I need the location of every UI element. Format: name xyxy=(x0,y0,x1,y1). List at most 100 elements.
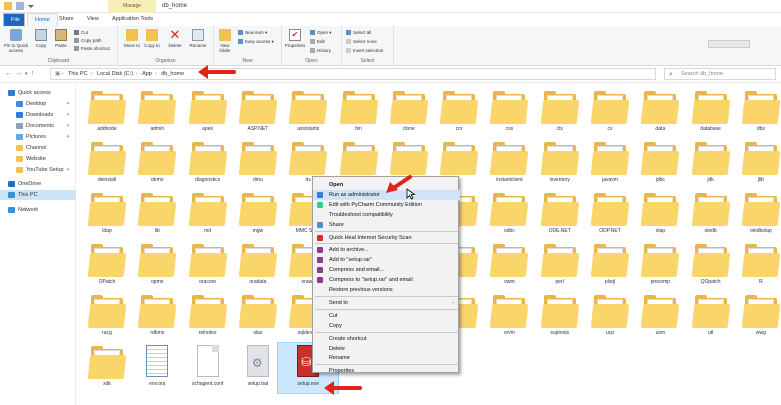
folder-icon xyxy=(339,90,378,124)
address-bar[interactable]: ▣ › This PC › Local Disk (C:) › App › db_ho… xyxy=(50,68,656,80)
sidebar-item-documents[interactable]: Documents ✦ xyxy=(0,121,76,131)
invert-selection-button[interactable]: Invert selection xyxy=(346,48,383,54)
copy-to-button[interactable]: Copy to xyxy=(144,29,160,48)
easy-access-button[interactable]: Easy access ▾ xyxy=(238,39,274,45)
menu-item-restore-previous-versions[interactable]: Restore previous versions xyxy=(313,285,460,295)
sidebar-item-network[interactable]: Network xyxy=(0,205,76,215)
delete-button[interactable]: ✕ Delete xyxy=(166,28,184,48)
menu-item-label: Rename xyxy=(329,355,350,362)
menu-item-edit-with-pycharm-community-edition[interactable]: Edit with PyCharm Community Edition xyxy=(313,200,460,210)
menu-item-add-to-setup-rar[interactable]: Add to "setup.rar" xyxy=(313,255,460,265)
folder-icon xyxy=(138,294,177,328)
folder-icon xyxy=(590,243,630,277)
ribbon: Pin to Quick access Copy Paste Cut Copy … xyxy=(0,26,781,66)
folder-item[interactable]: dbs xyxy=(731,88,781,138)
sidebar-item-pictures[interactable]: Pictures ✦ xyxy=(0,132,76,142)
menu-item-quick-heal-internet-security-scan[interactable]: Quick Heal Internet Security Scan xyxy=(313,233,460,243)
paste-shortcut-button[interactable]: Paste shortcut xyxy=(74,46,110,52)
sidebar-item-onedrive[interactable]: OneDrive xyxy=(0,179,76,189)
folder-icon xyxy=(87,345,127,379)
sidebar-item-quick-access[interactable]: Quick access xyxy=(0,88,76,98)
sidebar-item-website[interactable]: Website xyxy=(0,154,76,164)
select-none-button[interactable]: Select none xyxy=(346,39,377,45)
sidebar-item-youtube-setup[interactable]: YouTube Setup ✦ xyxy=(0,165,76,175)
folder-item[interactable]: jlib xyxy=(731,139,781,189)
sidebar-item-icon xyxy=(16,100,23,107)
folder-icon xyxy=(389,90,429,124)
menu-item-rename[interactable]: Rename xyxy=(313,353,460,363)
menu-item-add-to-archive[interactable]: Add to archive... xyxy=(313,245,460,255)
menu-item-label: Compress and email... xyxy=(329,267,385,274)
search-input[interactable]: ⌕ Search db_home xyxy=(664,68,776,80)
open-icon xyxy=(310,30,315,36)
clipboard-group-label: Clipboard xyxy=(47,58,70,64)
sidebar-item-label: OneDrive xyxy=(18,181,42,187)
copy-path-button[interactable]: Copy path xyxy=(74,38,102,44)
sidebar-item-icon xyxy=(8,180,15,187)
open-button[interactable]: Open ▾ xyxy=(310,30,332,36)
tab-view[interactable]: View xyxy=(80,13,106,26)
menu-item-copy[interactable]: Copy xyxy=(313,321,460,331)
folder-icon xyxy=(188,90,227,124)
manage-contextual-tab: Manage xyxy=(108,0,156,13)
edit-button[interactable]: Edit xyxy=(310,39,325,45)
sidebar-item-channel[interactable]: Channel xyxy=(0,143,76,153)
up-arrow-icon[interactable]: ↑ xyxy=(31,70,38,77)
sidebar-item-label: Channel xyxy=(26,145,47,151)
menu-item-share[interactable]: Share xyxy=(313,220,460,230)
sidebar-item-this-pc[interactable]: This PC xyxy=(0,190,76,200)
rename-button[interactable]: Rename xyxy=(188,29,208,48)
pin-to-quick-access-button[interactable]: Pin to Quick access xyxy=(2,29,30,53)
organize-group: Move to Copy to ✕ Delete Rename Organize xyxy=(118,26,214,66)
new-item-button[interactable]: New item ▾ xyxy=(238,30,267,36)
breadcrumb-this-pc[interactable]: This PC xyxy=(68,71,88,77)
back-arrow-icon[interactable]: ← xyxy=(5,70,15,77)
new-group: New folder New item ▾ Easy access ▾ New xyxy=(214,26,282,66)
breadcrumb-app[interactable]: App xyxy=(142,71,152,77)
menu-item-compress-to-setup-rar-and-email[interactable]: Compress to "setup.rar" and email xyxy=(313,275,460,285)
menu-item-icon xyxy=(317,234,323,241)
menu-item-send-to[interactable]: Send to › xyxy=(313,298,460,308)
sidebar-item-desktop[interactable]: Desktop ✦ xyxy=(0,99,76,109)
menu-item-icon xyxy=(317,191,323,198)
folder-icon[interactable] xyxy=(4,2,12,10)
quick-access-toolbar xyxy=(4,2,34,10)
breadcrumb-local-disk[interactable]: Local Disk (C:) xyxy=(97,71,133,77)
item-label: R xyxy=(759,279,763,285)
item-label: dbs xyxy=(756,126,765,132)
breadcrumb-db-home[interactable]: db_home xyxy=(161,71,184,77)
select-all-button[interactable]: Select all xyxy=(346,30,371,36)
folder-icon xyxy=(238,90,278,124)
folder-item[interactable]: oledbolap xyxy=(731,190,781,240)
menu-item-cut[interactable]: Cut xyxy=(313,311,460,321)
new-folder-button[interactable]: New folder xyxy=(217,29,233,53)
menu-item-label: Compress to "setup.rar" and email xyxy=(329,277,413,284)
copy-button[interactable]: Copy xyxy=(33,29,49,48)
pin-icon: ✦ xyxy=(65,134,70,140)
tab-share[interactable]: Share xyxy=(52,13,81,26)
cut-button[interactable]: Cut xyxy=(74,30,88,36)
menu-item-troubleshoot-compatibility[interactable]: Troubleshoot compatibility xyxy=(313,210,460,220)
tab-application-tools[interactable]: Application Tools xyxy=(105,13,160,26)
sidebar-item-downloads[interactable]: Downloads ✦ xyxy=(0,110,76,120)
sidebar-item-icon xyxy=(16,155,23,162)
folder-item[interactable]: wwg xyxy=(731,292,781,342)
history-button[interactable]: History xyxy=(310,48,331,54)
folder-icon xyxy=(641,294,680,328)
menu-item-properties[interactable]: Properties xyxy=(313,366,460,376)
properties-button[interactable]: ✔ Properties xyxy=(284,29,306,48)
menu-item-label: Troubleshoot compatibility xyxy=(329,211,393,218)
menu-item-compress-and-email[interactable]: Compress and email... xyxy=(313,265,460,275)
forward-arrow-icon[interactable]: → xyxy=(15,70,25,77)
menu-item-delete[interactable]: Delete xyxy=(313,344,460,354)
item-label: jlib xyxy=(757,177,764,183)
select-group: Select all Select none Invert selection … xyxy=(342,26,394,66)
menu-item-create-shortcut[interactable]: Create shortcut xyxy=(313,334,460,344)
sidebar-item-label: Downloads xyxy=(26,112,54,118)
folder-icon xyxy=(87,243,127,277)
chevron-down-icon[interactable] xyxy=(28,5,34,8)
paste-button[interactable]: Paste xyxy=(53,29,69,48)
save-icon[interactable] xyxy=(16,2,24,10)
move-to-button[interactable]: Move to xyxy=(124,29,140,48)
folder-item[interactable]: R xyxy=(731,241,781,291)
